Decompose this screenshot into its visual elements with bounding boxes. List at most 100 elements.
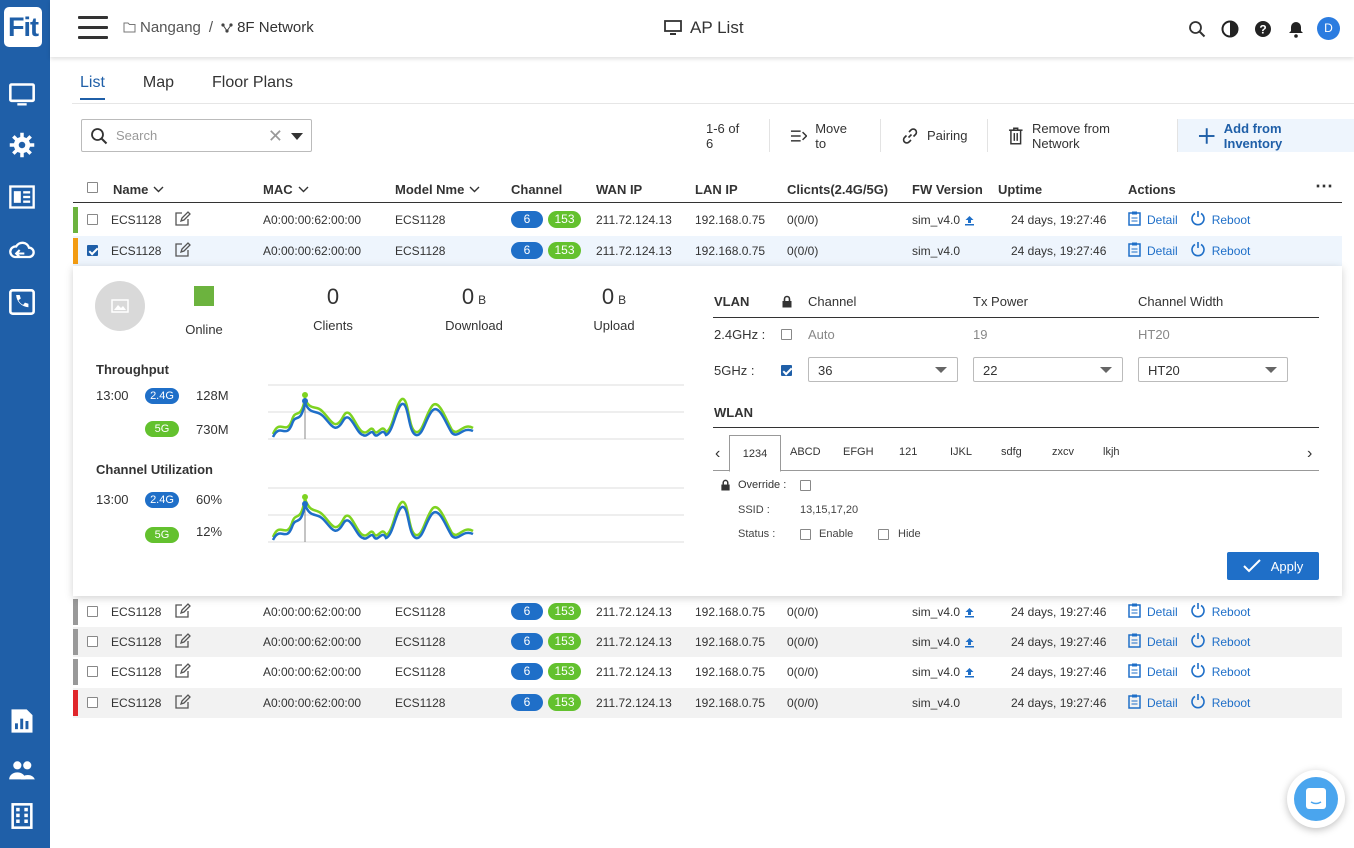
table-row[interactable]: ECS1128 A0:00:00:62:00:00 ECS1128 6 153 211.7… — [73, 205, 1342, 235]
tab-list[interactable]: List — [80, 74, 105, 100]
remove-from-network-button[interactable]: Remove from Network — [988, 119, 1179, 152]
table-row[interactable]: ECS1128 A0:00:00:62:00:00 ECS1128 6 153 211.7… — [73, 597, 1342, 627]
edit-icon[interactable] — [175, 211, 191, 229]
firmware-upload-icon[interactable] — [964, 607, 975, 621]
enable-checkbox[interactable] — [800, 529, 811, 540]
select-all-checkbox[interactable] — [87, 182, 98, 193]
tab-map[interactable]: Map — [143, 74, 174, 100]
firmware-upload-icon[interactable] — [964, 215, 975, 229]
uptime: 24 days, 19:27:46 — [1011, 696, 1107, 710]
theme-contrast-icon[interactable] — [1218, 17, 1241, 40]
detail-link[interactable]: Detail — [1147, 605, 1178, 619]
chat-support-button[interactable] — [1287, 770, 1345, 828]
help-icon[interactable]: ? — [1251, 17, 1274, 40]
wlan-tab-efgh[interactable]: EFGH — [843, 446, 874, 458]
users-icon[interactable] — [7, 755, 37, 785]
detail-icon[interactable] — [1128, 663, 1141, 681]
table-row[interactable]: ECS1128 A0:00:00:62:00:00 ECS1128 6 153 211.7… — [73, 627, 1342, 657]
detail-link[interactable]: Detail — [1147, 696, 1178, 710]
add-from-inventory-button[interactable]: Add from Inventory — [1178, 119, 1354, 152]
chevron-down-icon[interactable] — [291, 133, 303, 140]
wlan-tab-lkjh[interactable]: lkjh — [1103, 446, 1120, 458]
ap-name: ECS1128 — [111, 635, 162, 649]
power-icon[interactable] — [1190, 602, 1206, 621]
edit-icon[interactable] — [175, 663, 191, 681]
search-input[interactable] — [116, 128, 256, 143]
wlan-tab-ijkl[interactable]: IJKL — [950, 446, 972, 458]
row-checkbox[interactable] — [87, 245, 98, 256]
cloud-icon[interactable] — [7, 235, 37, 265]
list-panel-icon[interactable] — [7, 182, 37, 212]
override-checkbox[interactable] — [800, 480, 811, 491]
row-checkbox[interactable] — [87, 606, 98, 617]
detail-link[interactable]: Detail — [1147, 665, 1178, 679]
power-icon[interactable] — [1190, 662, 1206, 681]
row-checkbox[interactable] — [87, 214, 98, 225]
breadcrumb-network[interactable]: 8F Network — [237, 19, 314, 36]
search-icon[interactable] — [1185, 17, 1208, 40]
table-row[interactable]: ECS1128 A0:00:00:62:00:00 ECS1128 6 153 211.7… — [73, 657, 1342, 687]
firmware-upload-icon[interactable] — [964, 637, 975, 651]
power-icon[interactable] — [1190, 693, 1206, 712]
detail-icon[interactable] — [1128, 694, 1141, 712]
avatar[interactable]: D — [1317, 17, 1340, 40]
wlan-tab-121[interactable]: 121 — [899, 446, 917, 458]
channel-width-select[interactable]: HT20 — [1138, 357, 1288, 382]
edit-icon[interactable] — [175, 603, 191, 621]
edit-icon[interactable] — [175, 633, 191, 651]
move-to-button[interactable]: Move to — [770, 119, 881, 152]
bell-icon[interactable] — [1284, 17, 1307, 40]
wlan-tab-abcd[interactable]: ABCD — [790, 446, 821, 458]
row-checkbox[interactable] — [87, 697, 98, 708]
tx-power-select[interactable]: 22 — [973, 357, 1123, 382]
detail-icon[interactable] — [1128, 242, 1141, 260]
hamburger-menu-icon[interactable] — [78, 16, 108, 40]
tab-floor-plans[interactable]: Floor Plans — [212, 74, 293, 100]
wlan-tab-1234[interactable]: 1234 — [729, 435, 781, 472]
firmware-upload-icon[interactable] — [964, 667, 975, 681]
monitor-icon[interactable] — [7, 80, 37, 110]
breadcrumb-site[interactable]: Nangang — [140, 19, 201, 36]
detail-link[interactable]: Detail — [1147, 244, 1178, 258]
radio-24ghz-checkbox[interactable] — [781, 329, 792, 340]
ap-detail-panel: Online 0 Clients 0B Download 0B Upload T… — [73, 266, 1342, 596]
power-icon[interactable] — [1190, 632, 1206, 651]
reboot-link[interactable]: Reboot — [1212, 696, 1251, 710]
reboot-link[interactable]: Reboot — [1212, 213, 1251, 227]
detail-icon[interactable] — [1128, 633, 1141, 651]
building-icon[interactable] — [7, 801, 37, 831]
edit-icon[interactable] — [175, 694, 191, 712]
clear-icon[interactable]: ✕ — [268, 126, 283, 147]
reboot-link[interactable]: Reboot — [1212, 665, 1251, 679]
column-name[interactable]: Name — [113, 182, 164, 197]
phone-icon[interactable] — [7, 287, 37, 317]
channel-select[interactable]: 36 — [808, 357, 958, 382]
report-icon[interactable] — [7, 706, 37, 736]
column-model[interactable]: Model Nme — [395, 182, 480, 197]
reboot-link[interactable]: Reboot — [1212, 244, 1251, 258]
table-row[interactable]: ECS1128 A0:00:00:62:00:00 ECS1128 6 153 211.7… — [73, 236, 1342, 266]
row-checkbox[interactable] — [87, 666, 98, 677]
power-icon[interactable] — [1190, 210, 1206, 229]
wlan-tab-zxcv[interactable]: zxcv — [1052, 446, 1074, 458]
more-options-icon[interactable]: ⋯ — [1315, 176, 1333, 197]
detail-link[interactable]: Detail — [1147, 213, 1178, 227]
chevron-left-icon[interactable]: ‹ — [715, 445, 720, 463]
detail-icon[interactable] — [1128, 603, 1141, 621]
detail-icon[interactable] — [1128, 211, 1141, 229]
apply-button[interactable]: Apply — [1227, 552, 1319, 580]
radio-5ghz-checkbox[interactable] — [781, 365, 792, 376]
wlan-tab-sdfg[interactable]: sdfg — [1001, 446, 1022, 458]
gear-icon[interactable] — [7, 130, 37, 160]
pairing-button[interactable]: Pairing — [881, 119, 989, 152]
table-row[interactable]: ECS1128 A0:00:00:62:00:00 ECS1128 6 153 211.7… — [73, 688, 1342, 718]
chevron-right-icon[interactable]: › — [1307, 445, 1312, 463]
detail-link[interactable]: Detail — [1147, 635, 1178, 649]
hide-checkbox[interactable] — [878, 529, 889, 540]
edit-icon[interactable] — [175, 242, 191, 260]
reboot-link[interactable]: Reboot — [1212, 635, 1251, 649]
column-mac[interactable]: MAC — [263, 182, 309, 197]
reboot-link[interactable]: Reboot — [1212, 605, 1251, 619]
power-icon[interactable] — [1190, 241, 1206, 260]
row-checkbox[interactable] — [87, 636, 98, 647]
